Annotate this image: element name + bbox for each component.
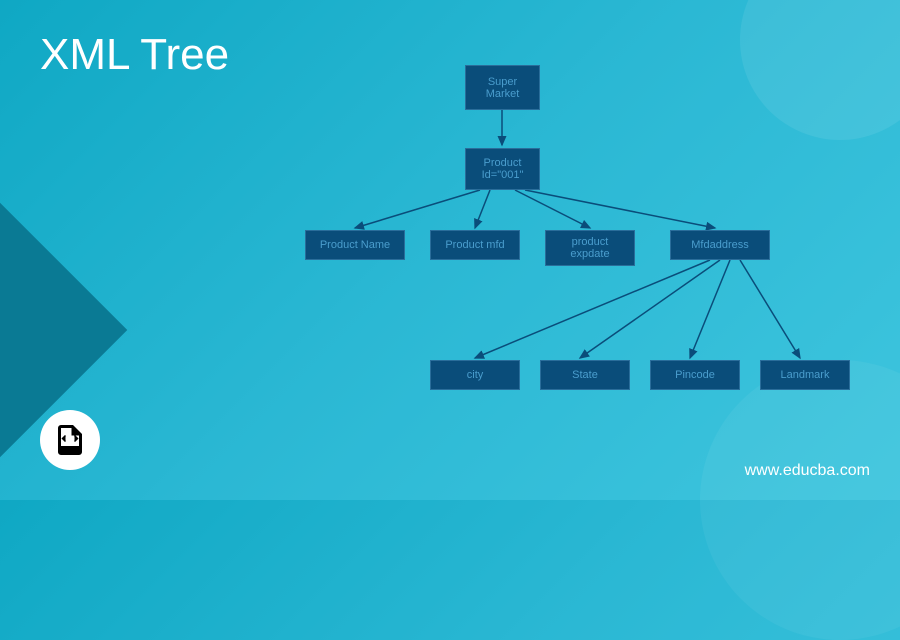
node-label: Mfdaddress: [691, 239, 748, 251]
node-label: city: [467, 369, 484, 381]
node-label: Product: [484, 157, 522, 169]
node-label: Pincode: [675, 369, 715, 381]
node-label: Product mfd: [445, 239, 504, 251]
tree-node-landmark: Landmark: [760, 360, 850, 390]
svg-text:XML: XML: [61, 446, 81, 456]
tree-node-state: State: [540, 360, 630, 390]
node-label: product: [572, 236, 609, 248]
tree-node-city: city: [430, 360, 520, 390]
tree-node-pincode: Pincode: [650, 360, 740, 390]
node-label: State: [572, 369, 598, 381]
node-label: Product Name: [320, 239, 390, 251]
node-label: Id="001": [482, 169, 524, 181]
tree-node-root: Super Market: [465, 65, 540, 110]
node-label: expdate: [570, 248, 609, 260]
node-label: Market: [486, 88, 520, 100]
page-title: XML Tree: [40, 30, 229, 80]
node-label: Landmark: [781, 369, 830, 381]
tree-node-product-expdate: product expdate: [545, 230, 635, 266]
node-label: Super: [488, 76, 517, 88]
site-url: www.educba.com: [745, 462, 870, 480]
tree-node-product-name: Product Name: [305, 230, 405, 260]
tree-node-product: Product Id="001": [465, 148, 540, 190]
xml-file-icon: XML: [40, 410, 100, 470]
tree-diagram: Super Market Product Id="001" Product Na…: [280, 60, 880, 460]
tree-node-mfdaddress: Mfdaddress: [670, 230, 770, 260]
tree-node-product-mfd: Product mfd: [430, 230, 520, 260]
